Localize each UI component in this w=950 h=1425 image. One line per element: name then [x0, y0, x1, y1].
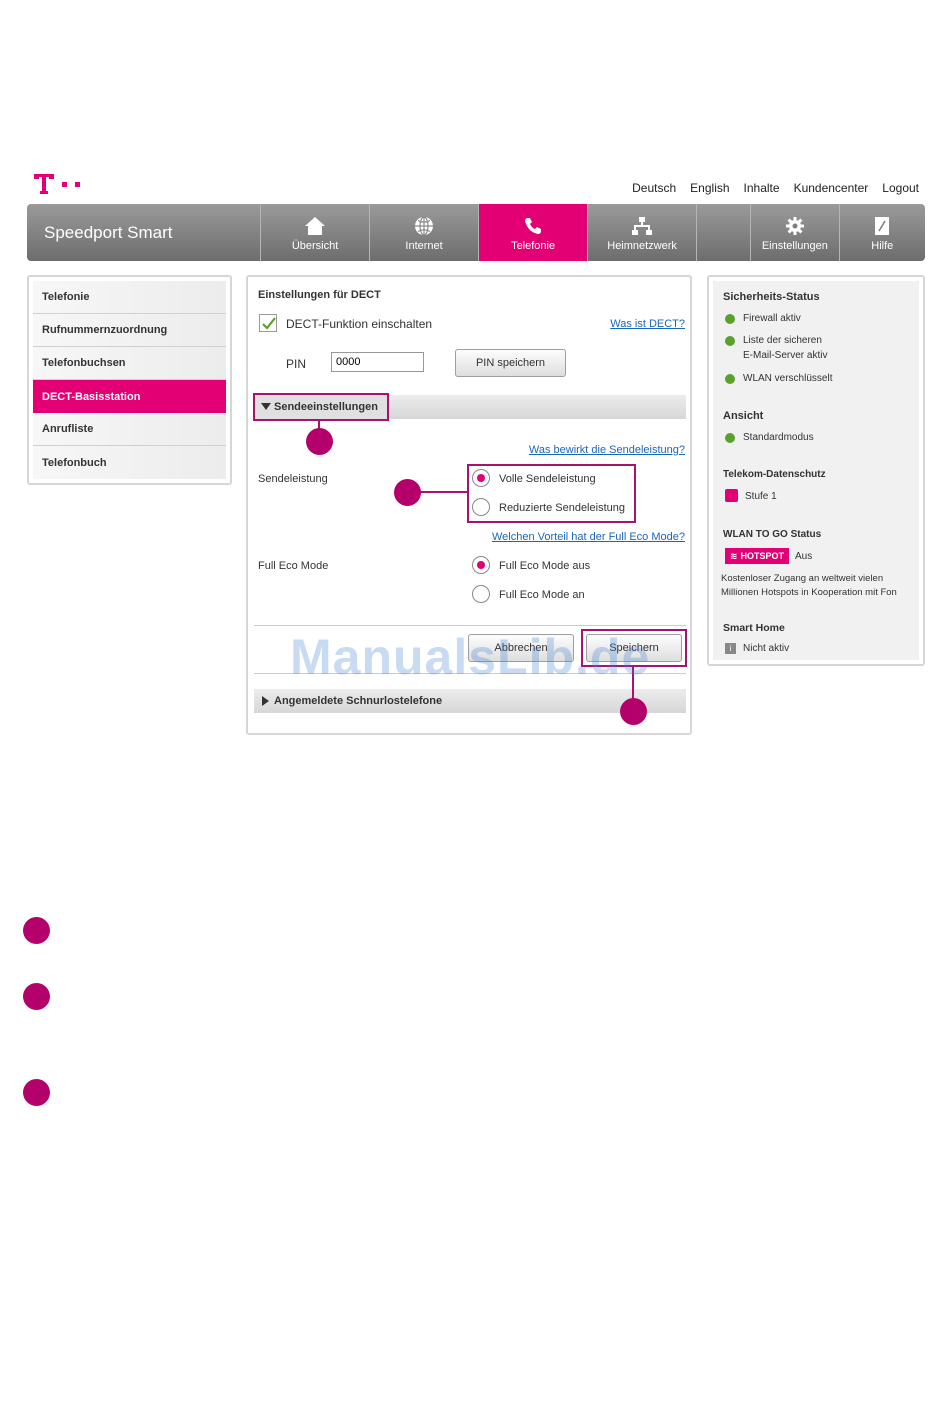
sidebar: Telefonie Rufnummernzuordnung Telefonbuc… — [27, 275, 232, 485]
legend-dot-1 — [23, 917, 50, 944]
privacy-title: Telekom-Datenschutz — [723, 469, 826, 480]
nav-empty-slot — [696, 204, 750, 261]
send-settings-toggle[interactable]: Sendeeinstellungen — [253, 393, 389, 421]
ok-check-icon — [725, 374, 735, 384]
link-english[interactable]: English — [690, 181, 729, 195]
network-icon — [632, 217, 653, 235]
top-links: Deutsch English Inhalte Kundencenter Log… — [632, 181, 919, 195]
pin-label: PIN — [286, 357, 307, 371]
dect-enable-checkbox[interactable] — [259, 314, 277, 332]
eco-off-radio[interactable] — [472, 556, 490, 574]
eco-off-label: Full Eco Mode aus — [499, 560, 591, 572]
mail-status-line1: Liste der sicheren — [743, 335, 822, 346]
brand-name: Speedport Smart — [44, 222, 173, 242]
nav-label: Telefonie — [511, 240, 556, 252]
wifi-icon: ≋ — [729, 550, 738, 561]
togo-desc-line1: Kostenloser Zugang an weltweit vielen — [721, 573, 884, 584]
sidebar-item-anrufliste[interactable]: Anrufliste — [33, 413, 226, 446]
eco-help-link[interactable]: Welchen Vorteil hat der Full Eco Mode? — [492, 531, 685, 543]
info-icon: i — [725, 643, 736, 654]
full-power-radio[interactable] — [472, 469, 490, 487]
smarthome-state: Nicht aktiv — [743, 643, 790, 654]
eco-on-label: Full Eco Mode an — [499, 589, 585, 601]
main-navbar: Speedport Smart Übersicht Internet Telef… — [27, 204, 925, 261]
togo-title: WLAN TO GO Status — [723, 529, 822, 540]
mail-status-line2: E-Mail-Server aktiv — [743, 350, 828, 361]
sidebar-item-rufnummernzuordnung[interactable]: Rufnummernzuordnung — [33, 314, 226, 347]
nav-einstellungen[interactable]: Einstellungen — [750, 204, 838, 261]
pin-input[interactable] — [331, 352, 424, 372]
status-panel: Sicherheits-Status Firewall aktiv Liste … — [707, 275, 925, 666]
phone-icon — [525, 218, 542, 234]
telekom-logo — [34, 174, 80, 194]
hotspot-badge: ≋ HOTSPOT — [725, 548, 789, 564]
link-deutsch[interactable]: Deutsch — [632, 181, 676, 195]
security-status-title: Sicherheits-Status — [723, 291, 820, 303]
status-panel-inner: Sicherheits-Status Firewall aktiv Liste … — [713, 281, 919, 660]
ok-check-icon — [725, 433, 735, 443]
nav-label: Internet — [405, 240, 443, 252]
nav-label: Hilfe — [871, 240, 894, 252]
nav-ubersicht[interactable]: Übersicht — [260, 204, 369, 261]
privacy-level: Stufe 1 — [745, 491, 777, 502]
wlan-status: WLAN verschlüsselt — [743, 373, 833, 384]
handsets-section-label: Angemeldete Schnurlostelefone — [274, 695, 443, 707]
togo-desc-line2: Millionen Hotspots in Kooperation mit Fo… — [721, 587, 897, 598]
callout-line — [418, 491, 467, 493]
pin-save-button[interactable]: PIN speichern — [455, 349, 566, 377]
send-power-label: Sendeleistung — [258, 473, 328, 485]
nav-telefonie[interactable]: Telefonie — [478, 204, 588, 261]
callout-dot — [394, 479, 421, 506]
link-logout[interactable]: Logout — [882, 181, 919, 195]
sidebar-item-dect-basisstation[interactable]: DECT-Basisstation — [33, 380, 226, 413]
globe-icon — [415, 216, 434, 236]
reduced-power-label: Reduzierte Sendeleistung — [499, 502, 625, 514]
nav-heimnetzwerk[interactable]: Heimnetzwerk — [587, 204, 696, 261]
nav-label: Übersicht — [291, 240, 339, 252]
checkmark-icon — [262, 317, 276, 330]
full-power-label: Volle Sendeleistung — [499, 473, 596, 485]
eco-on-radio[interactable] — [472, 585, 490, 603]
view-title: Ansicht — [723, 410, 764, 422]
smarthome-title: Smart Home — [723, 622, 785, 634]
hotspot-state: Aus — [795, 551, 813, 562]
nav-label: Einstellungen — [761, 240, 828, 252]
view-mode: Standardmodus — [743, 432, 814, 443]
legend-dot-2 — [23, 983, 50, 1010]
nav-internet[interactable]: Internet — [369, 204, 478, 261]
nav-hilfe[interactable]: Hilfe — [838, 204, 925, 261]
panel-title: Einstellungen für DECT — [258, 289, 381, 301]
reduced-power-radio[interactable] — [472, 498, 490, 516]
nav-label: Heimnetzwerk — [607, 240, 677, 252]
triangle-down-icon — [261, 403, 271, 410]
triangle-right-icon — [262, 696, 269, 706]
callout-dot — [620, 698, 647, 725]
home-icon — [305, 217, 326, 235]
callout-dot — [306, 428, 333, 455]
dect-enable-label: DECT-Funktion einschalten — [286, 317, 433, 331]
sidebar-item-telefonbuchsen[interactable]: Telefonbuchsen — [33, 347, 226, 380]
send-power-help-link[interactable]: Was bewirkt die Sendeleistung? — [529, 444, 685, 456]
hotspot-badge-label: HOTSPOT — [740, 551, 785, 561]
eco-label: Full Eco Mode — [258, 560, 329, 572]
firewall-status: Firewall aktiv — [743, 313, 801, 324]
watermark: ManualsLib.de — [290, 629, 651, 685]
help-book-icon — [875, 217, 890, 235]
what-is-dect-link[interactable]: Was ist DECT? — [610, 318, 685, 330]
sidebar-item-telefonbuch[interactable]: Telefonbuch — [33, 446, 226, 479]
link-kundencenter[interactable]: Kundencenter — [794, 181, 869, 195]
ok-check-icon — [725, 314, 735, 324]
privacy-level-icon — [725, 489, 738, 502]
sidebar-item-telefonie[interactable]: Telefonie — [33, 281, 226, 314]
gear-icon — [785, 217, 804, 235]
divider — [254, 625, 686, 626]
link-inhalte[interactable]: Inhalte — [744, 181, 780, 195]
legend-dot-3 — [23, 1079, 50, 1106]
ok-check-icon — [725, 336, 735, 346]
send-settings-label: Sendeeinstellungen — [274, 401, 378, 413]
